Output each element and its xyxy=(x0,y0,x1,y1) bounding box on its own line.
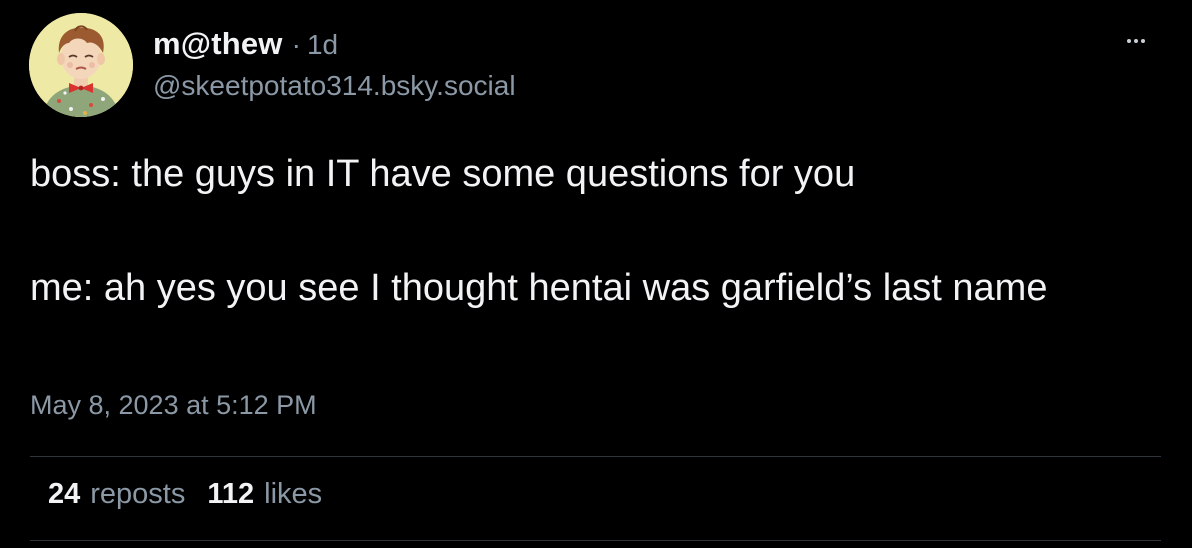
more-options-button[interactable] xyxy=(1118,30,1154,52)
ellipsis-icon xyxy=(1127,39,1145,43)
relative-time[interactable]: 1d xyxy=(307,29,338,61)
reposts-label: reposts xyxy=(90,478,186,510)
divider xyxy=(30,540,1161,541)
likes-count: 112 xyxy=(207,478,255,510)
author-display-name[interactable]: m@thew xyxy=(153,26,283,62)
likes-stat[interactable]: 112 likes xyxy=(207,478,322,511)
avatar-illustration xyxy=(29,13,133,117)
divider xyxy=(30,456,1161,457)
post-timestamp: May 8, 2023 at 5:12 PM xyxy=(30,390,317,420)
post-body: boss: the guys in IT have some questions… xyxy=(30,146,1140,317)
post-text-line: me: ah yes you see I thought hentai was … xyxy=(30,267,1048,309)
post-header: m@thew · 1d xyxy=(153,26,338,64)
post-text-line: boss: the guys in IT have some questions… xyxy=(30,153,856,195)
reposts-count: 24 xyxy=(48,478,81,510)
likes-label: likes xyxy=(264,478,323,510)
reposts-stat[interactable]: 24 reposts xyxy=(48,478,185,511)
separator-dot: · xyxy=(291,29,301,60)
post-stats: 24 reposts 112 likes xyxy=(48,478,322,511)
post: m@thew · 1d @skeetpotato314.bsky.social … xyxy=(0,0,1192,548)
avatar[interactable] xyxy=(29,13,133,117)
author-handle[interactable]: @skeetpotato314.bsky.social xyxy=(153,70,516,102)
